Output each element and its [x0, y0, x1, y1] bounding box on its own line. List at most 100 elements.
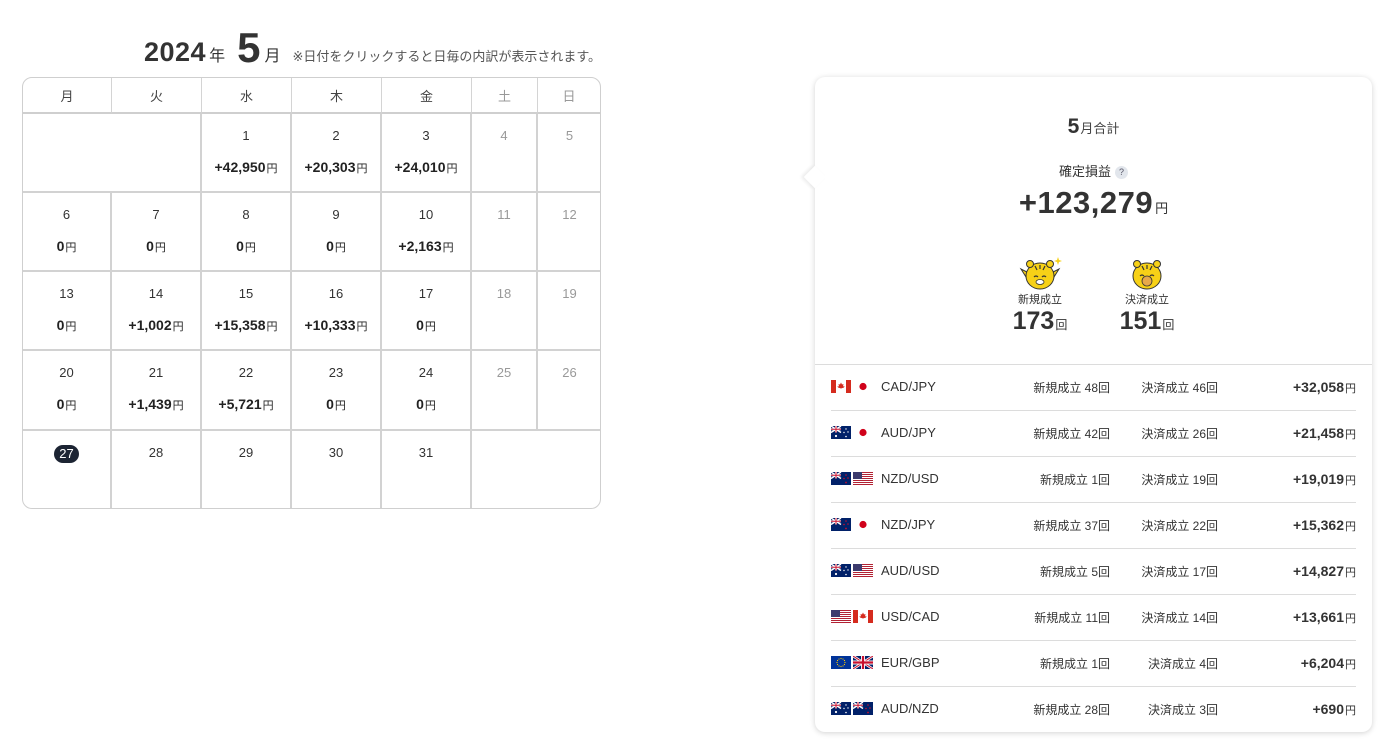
pair-row-nzd-usd[interactable]: NZD/USD 新規成立 1回 決済成立 19回 +19,019円 — [831, 457, 1356, 503]
month-header: 2024 年 5 月 ※日付をクリックすると日毎の内訳が表示されます。 — [144, 18, 601, 69]
day-profit: 0円 — [23, 238, 110, 255]
yen-unit: 円 — [65, 321, 77, 333]
pair-new-count: 新規成立 37回 — [1033, 519, 1110, 533]
summary-title-suffix: 月合計 — [1080, 121, 1120, 136]
help-icon[interactable]: ? — [1115, 166, 1128, 179]
au-flag-icon — [831, 426, 851, 439]
calendar-day-27[interactable]: 27 — [23, 431, 112, 508]
calendar-day-6[interactable]: 6 0円 — [23, 193, 112, 272]
calendar-day-23[interactable]: 23 0円 — [292, 351, 382, 431]
pair-row-aud-nzd[interactable]: AUD/NZD 新規成立 28回 決済成立 3回 +690円 — [831, 687, 1356, 732]
calendar-day-19[interactable]: 19 — [538, 272, 600, 351]
calendar-day-8[interactable]: 8 0円 — [202, 193, 292, 272]
day-number: 12 — [562, 207, 577, 222]
calendar-day-2[interactable]: 2 +20,303円 — [292, 114, 382, 193]
calendar-day-22[interactable]: 22 +5,721円 — [202, 351, 292, 431]
day-number: 4 — [500, 128, 508, 143]
calendar-day-13[interactable]: 13 0円 — [23, 272, 112, 351]
yen-unit: 円 — [172, 321, 184, 333]
pair-profit: +6,204円 — [1301, 655, 1356, 672]
us-flag-icon — [853, 472, 873, 485]
day-profit: 0円 — [23, 396, 110, 413]
yen-unit: 円 — [1345, 521, 1356, 533]
pair-flags — [831, 656, 873, 669]
day-number: 15 — [238, 286, 254, 301]
calendar-empty-cell — [472, 431, 538, 508]
weekday-header-fri: 金 — [382, 78, 472, 114]
pair-row-aud-usd[interactable]: AUD/USD 新規成立 5回 決済成立 17回 +14,827円 — [831, 549, 1356, 595]
gb-flag-icon — [853, 656, 873, 669]
calendar-day-25[interactable]: 25 — [472, 351, 538, 431]
pair-row-cad-jpy[interactable]: CAD/JPY 新規成立 48回 決済成立 46回 +32,058円 — [831, 365, 1356, 411]
pair-name: AUD/NZD — [881, 701, 939, 716]
yen-unit: 円 — [424, 321, 436, 333]
calendar-day-14[interactable]: 14 +1,002円 — [112, 272, 202, 351]
pair-name: EUR/GBP — [881, 655, 940, 670]
weekday-header-tue: 火 — [112, 78, 202, 114]
yen-unit: 円 — [442, 242, 454, 254]
calendar-day-30[interactable]: 30 — [292, 431, 382, 508]
calendar-day-31[interactable]: 31 — [382, 431, 472, 508]
calendar-day-4[interactable]: 4 — [472, 114, 538, 193]
today-badge: 27 — [54, 445, 79, 463]
calendar-day-21[interactable]: 21 +1,439円 — [112, 351, 202, 431]
pair-profit: +32,058円 — [1293, 379, 1356, 396]
calendar-day-28[interactable]: 28 — [112, 431, 202, 508]
calendar-day-26[interactable]: 26 — [538, 351, 600, 431]
day-number: 22 — [238, 365, 254, 380]
calendar-day-24[interactable]: 24 0円 — [382, 351, 472, 431]
day-number: 21 — [148, 365, 164, 380]
pair-new-count: 新規成立 48回 — [1033, 381, 1110, 395]
pair-name: NZD/JPY — [881, 517, 936, 532]
day-number: 11 — [497, 207, 511, 222]
nz-flag-icon — [853, 702, 873, 715]
day-number: 13 — [59, 286, 74, 301]
count-unit: 回 — [1055, 318, 1068, 332]
day-profit-value: 0 — [146, 238, 154, 254]
summary-month: 5 — [1067, 115, 1080, 138]
yen-unit: 円 — [356, 163, 368, 175]
calendar-day-3[interactable]: 3 +24,010円 — [382, 114, 472, 193]
calendar-day-18[interactable]: 18 — [472, 272, 538, 351]
currency-pair-list: CAD/JPY 新規成立 48回 決済成立 46回 +32,058円 AUD/JPY 新規… — [831, 365, 1356, 732]
nz-flag-icon — [831, 518, 851, 531]
calendar-day-7[interactable]: 7 0円 — [112, 193, 202, 272]
calendar-day-29[interactable]: 29 — [202, 431, 292, 508]
day-number: 25 — [496, 365, 512, 380]
calendar-day-5[interactable]: 5 — [538, 114, 600, 193]
yen-unit: 円 — [334, 242, 346, 254]
pair-flags — [831, 610, 873, 623]
day-number: 26 — [562, 365, 577, 380]
calendar-day-16[interactable]: 16 +10,333円 — [292, 272, 382, 351]
pair-profit: +15,362円 — [1293, 517, 1356, 534]
pair-row-aud-jpy[interactable]: AUD/JPY 新規成立 42回 決済成立 26回 +21,458円 — [831, 411, 1356, 457]
pair-row-eur-gbp[interactable]: EUR/GBP 新規成立 1回 決済成立 4回 +6,204円 — [831, 641, 1356, 687]
calendar-day-12[interactable]: 12 — [538, 193, 600, 272]
settled-positions-label: 決済成立 — [1125, 294, 1169, 306]
pair-row-usd-cad[interactable]: USD/CAD 新規成立 11回 決済成立 14回 +13,661円 — [831, 595, 1356, 641]
calendar-day-20[interactable]: 20 0円 — [23, 351, 112, 431]
day-profit-value: +2,163 — [398, 238, 442, 254]
calendar-day-15[interactable]: 15 +15,358円 — [202, 272, 292, 351]
yen-unit: 円 — [244, 242, 256, 254]
weekday-header-thu: 木 — [292, 78, 382, 114]
yen-unit: 円 — [262, 400, 274, 412]
pair-profit: +690円 — [1312, 701, 1356, 718]
calendar-day-10[interactable]: 10 +2,163円 — [382, 193, 472, 272]
day-number: 9 — [332, 207, 340, 222]
calendar-day-1[interactable]: 1 +42,950円 — [202, 114, 292, 193]
pair-settle-count: 決済成立 46回 — [1141, 381, 1218, 395]
pair-row-nzd-jpy[interactable]: NZD/JPY 新規成立 37回 決済成立 22回 +15,362円 — [831, 503, 1356, 549]
calendar-day-9[interactable]: 9 0円 — [292, 193, 382, 272]
pair-name: NZD/USD — [881, 471, 939, 486]
weekday-header-sun: 日 — [538, 78, 600, 114]
pair-profit: +19,019円 — [1293, 471, 1356, 488]
day-profit-value: 0 — [326, 396, 334, 412]
day-profit: 0円 — [292, 396, 380, 413]
pair-flags — [831, 702, 873, 715]
yen-unit: 円 — [1345, 475, 1356, 487]
calendar-day-17[interactable]: 17 0円 — [382, 272, 472, 351]
settled-positions-stat: 決済成立 151回 — [1107, 255, 1187, 339]
jp-flag-icon — [853, 518, 873, 531]
calendar-day-11[interactable]: 11 — [472, 193, 538, 272]
